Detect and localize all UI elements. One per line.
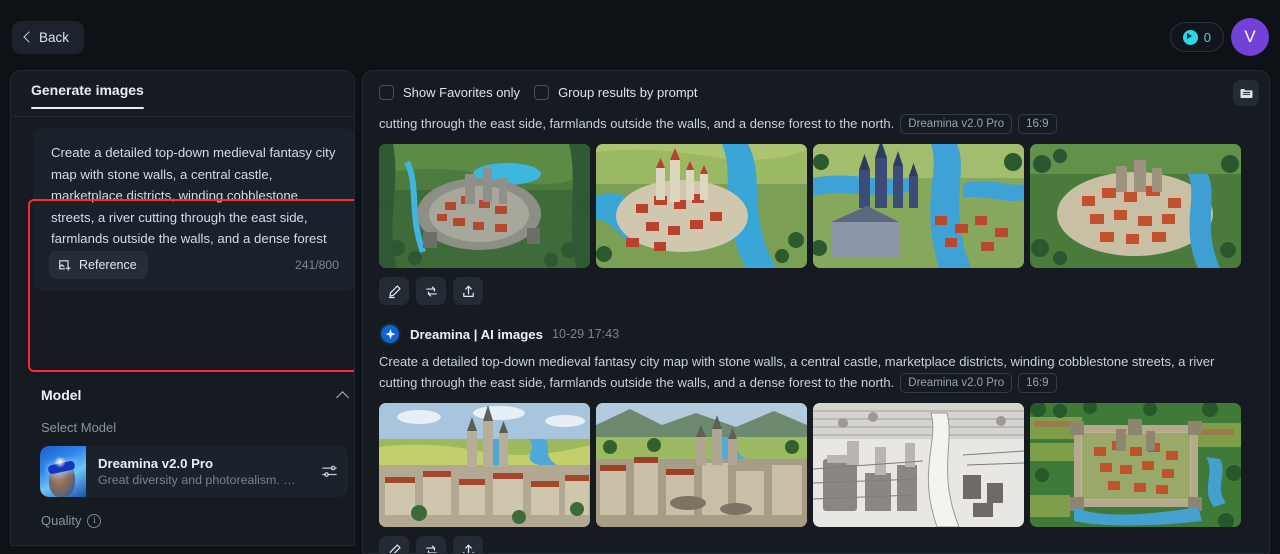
result-title: Dreamina | AI images — [410, 326, 543, 342]
result-ratio-tag: 16:9 — [1018, 373, 1057, 393]
filter-favorites-only[interactable]: Show Favorites only — [379, 84, 521, 100]
sliders-settings-icon[interactable] — [321, 463, 338, 480]
edit-button[interactable] — [379, 536, 409, 553]
model-section-header: Model — [41, 387, 349, 403]
result-prompt: cutting through the east side, farmlands… — [379, 113, 1255, 138]
credits-value: 0 — [1203, 29, 1211, 45]
checkbox-group-by-prompt[interactable] — [534, 84, 550, 100]
prompt-text[interactable]: Create a detailed top-down medieval fant… — [51, 142, 341, 250]
result-prompt: Create a detailed top-down medieval fant… — [379, 351, 1255, 397]
avatar[interactable]: V — [1231, 18, 1269, 56]
filter-group-label: Group results by prompt — [558, 84, 698, 100]
result-actions — [379, 268, 1255, 319]
folder-icon — [1240, 88, 1252, 98]
chevron-left-icon — [23, 33, 32, 42]
regenerate-button[interactable] — [416, 277, 446, 305]
edit-pencil-icon — [389, 543, 401, 553]
result-prompt-text: Create a detailed top-down medieval fant… — [379, 354, 1215, 390]
model-name: Dreamina v2.0 Pro — [98, 456, 214, 471]
avatar-initial: V — [1244, 27, 1256, 46]
back-button-label: Back — [39, 30, 70, 45]
result-actions — [379, 527, 1255, 553]
reference-button[interactable]: Reference — [49, 251, 148, 279]
result-image-row — [379, 397, 1255, 527]
result-image[interactable] — [379, 144, 590, 268]
result-model-tag: Dreamina v2.0 Pro — [900, 373, 1013, 393]
result-ratio-tag: 16:9 — [1018, 114, 1057, 134]
share-button[interactable] — [453, 277, 483, 305]
regenerate-button[interactable] — [416, 536, 446, 553]
share-button[interactable] — [453, 536, 483, 553]
edit-pencil-icon — [388, 284, 401, 298]
result-timestamp: 10-29 17:43 — [551, 327, 620, 341]
character-counter: 241/800 — [294, 258, 339, 272]
tab-generate-images-label: Generate images — [31, 82, 144, 98]
result-image[interactable] — [1030, 403, 1241, 527]
results-panel: Show Favorites only Group results by pro… — [362, 70, 1270, 554]
result-header: Dreamina | AI images 10-29 17:43 — [379, 319, 1255, 351]
generation-panel: Generate images Create a detailed top-do… — [10, 70, 355, 546]
credits-badge[interactable]: 0 — [1169, 22, 1224, 52]
model-info: Dreamina v2.0 Pro Great diversity and ph… — [86, 456, 317, 487]
reference-button-label: Reference — [79, 258, 137, 272]
results-feed[interactable]: cutting through the east side, farmlands… — [363, 113, 1269, 553]
quality-label: Quality — [41, 513, 82, 528]
filter-favorites-label: Show Favorites only — [403, 84, 521, 100]
sparkle-icon — [379, 323, 401, 345]
tab-generate-images[interactable]: Generate images — [31, 82, 144, 109]
coin-icon — [1182, 29, 1198, 45]
back-button[interactable]: Back — [12, 21, 85, 54]
regenerate-icon — [425, 544, 437, 553]
top-bar: Back 0 V — [0, 0, 1280, 74]
share-upload-icon — [462, 544, 474, 553]
app-root: Back 0 V Generate images Create a detail… — [0, 0, 1280, 554]
edit-button[interactable] — [379, 277, 409, 305]
model-section-title: Model — [41, 387, 82, 403]
results-filters: Show Favorites only Group results by pro… — [363, 71, 1269, 113]
select-model-label: Select Model — [41, 420, 117, 435]
model-description: Great diversity and photorealism. Of… — [98, 473, 303, 487]
result-image[interactable] — [596, 144, 807, 268]
prompt-area: Create a detailed top-down medieval fant… — [33, 128, 354, 291]
quality-row: Quality i — [41, 513, 102, 528]
model-thumbnail — [40, 446, 86, 497]
checkbox-favorites[interactable] — [379, 84, 394, 100]
share-upload-icon — [462, 285, 474, 297]
result-item: Dreamina | AI images 10-29 17:43 Create … — [363, 319, 1269, 553]
info-icon[interactable]: i — [87, 513, 102, 528]
result-image-row — [379, 138, 1255, 268]
filter-group-by-prompt[interactable]: Group results by prompt — [534, 84, 698, 100]
chevron-up-icon[interactable] — [337, 389, 349, 401]
result-image[interactable] — [813, 144, 1024, 268]
prompt-footer: Reference 241/800 — [33, 251, 354, 279]
panel-tabs: Generate images — [11, 71, 354, 117]
regenerate-icon — [425, 285, 437, 297]
result-image[interactable] — [1030, 144, 1241, 268]
prompt-textarea[interactable]: Create a detailed top-down medieval fant… — [33, 128, 354, 291]
result-image[interactable] — [379, 403, 590, 527]
result-prompt-text: cutting through the east side, farmlands… — [379, 116, 895, 131]
model-card[interactable]: Dreamina v2.0 Pro Great diversity and ph… — [40, 446, 348, 497]
reference-image-icon — [59, 260, 71, 271]
result-model-tag: Dreamina v2.0 Pro — [900, 114, 1013, 134]
result-image[interactable] — [596, 403, 807, 527]
result-image[interactable] — [813, 403, 1024, 527]
archive-button[interactable] — [1233, 80, 1259, 106]
result-item: cutting through the east side, farmlands… — [363, 113, 1269, 319]
